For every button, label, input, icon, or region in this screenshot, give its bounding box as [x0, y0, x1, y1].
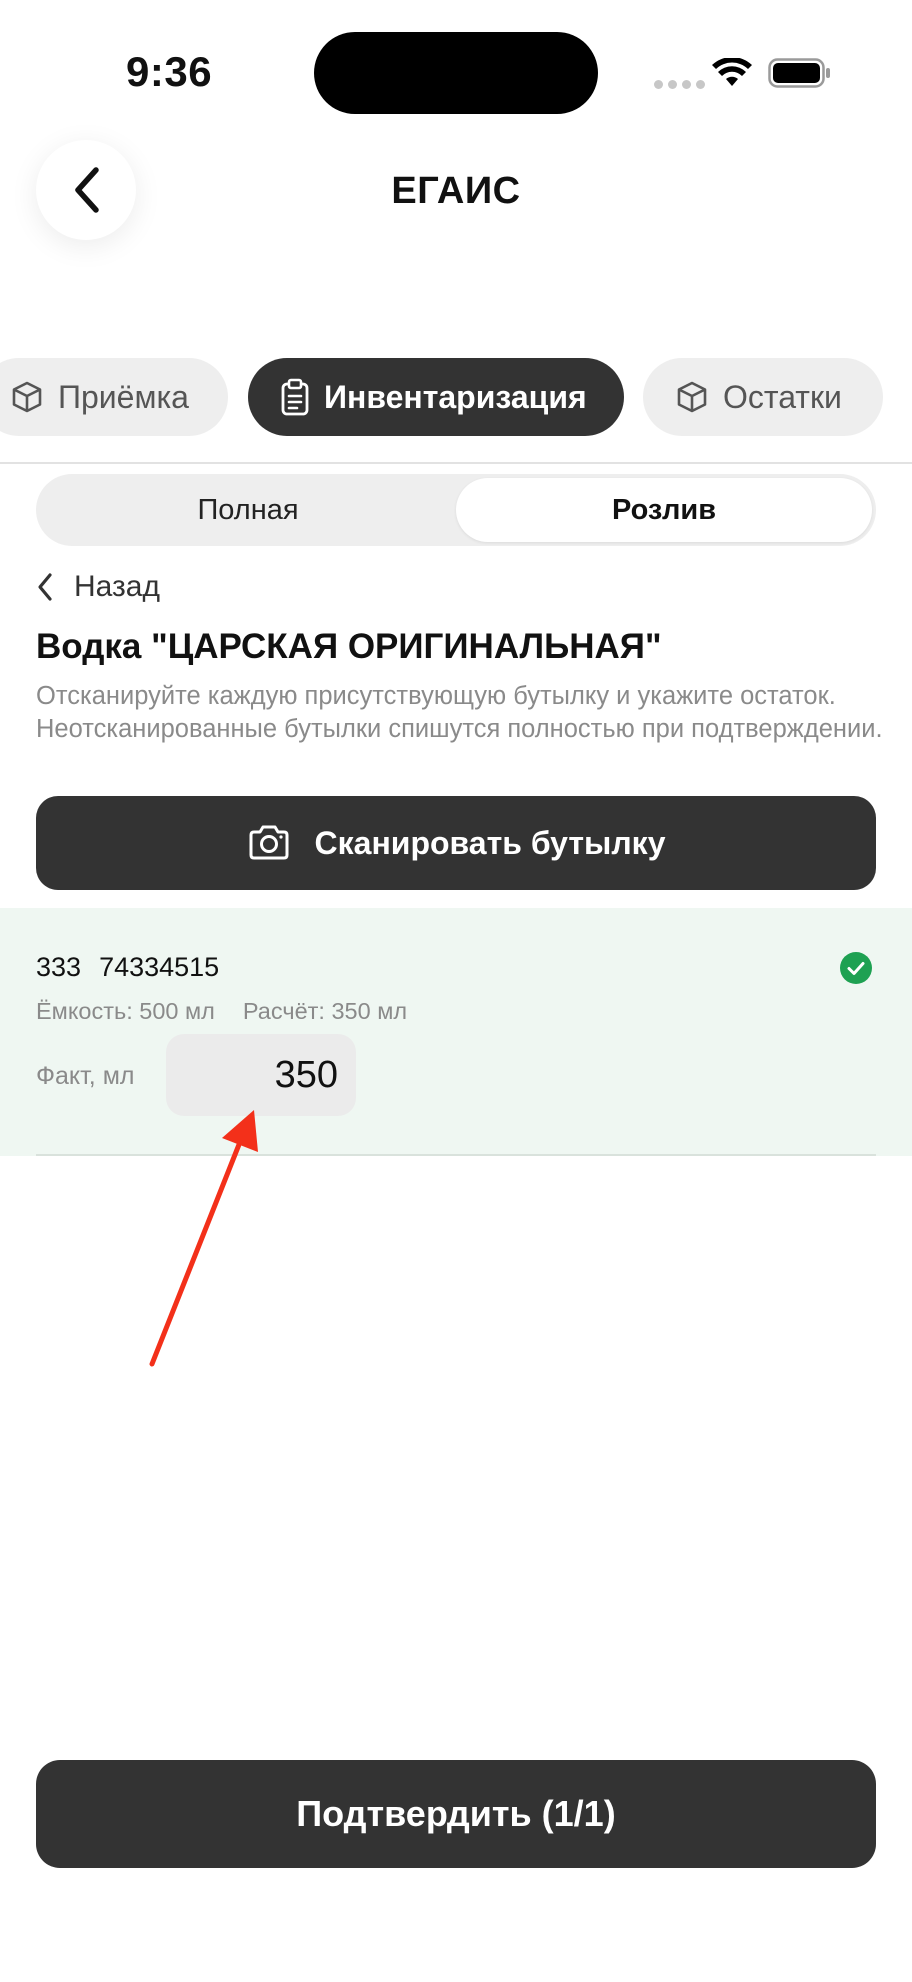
- box-icon: [12, 381, 42, 413]
- confirm-button[interactable]: Подтвердить (1/1): [36, 1760, 876, 1868]
- tab-stock[interactable]: Остатки: [643, 358, 883, 436]
- tab-receiving[interactable]: Приёмка: [0, 358, 228, 436]
- tab-inventory[interactable]: Инвентаризация: [248, 358, 624, 436]
- status-time: 9:36: [126, 48, 213, 95]
- bottle-code-number: 74334515: [99, 952, 220, 982]
- section-tabs: Приёмка Инвентаризация Остатки: [0, 358, 912, 436]
- bottle-capacity: Ёмкость: 500 мл: [36, 998, 215, 1024]
- check-circle-icon: [840, 952, 872, 984]
- card-divider: [36, 1154, 876, 1156]
- fact-label: Факт, мл: [36, 1062, 135, 1090]
- dynamic-island: [314, 32, 598, 114]
- battery-icon: [768, 58, 830, 88]
- scan-bottle-button[interactable]: Сканировать бутылку: [36, 796, 876, 890]
- segment-full[interactable]: Полная: [40, 478, 456, 542]
- back-link-label: Назад: [74, 570, 160, 603]
- camera-icon: [249, 825, 289, 860]
- bottle-code: 333 74334515: [36, 952, 219, 983]
- bottle-card: 333 74334515 Ёмкость: 500 мл Расчёт: 350 м…: [0, 908, 912, 1156]
- product-title: Водка "ЦАРСКАЯ ОРИГИНАЛЬНАЯ": [36, 627, 662, 666]
- scan-bottle-label: Сканировать бутылку: [314, 824, 666, 861]
- mode-segmented-control: Полная Розлив: [36, 474, 876, 546]
- bottle-meta: Ёмкость: 500 мл Расчёт: 350 мл: [36, 998, 407, 1025]
- page-title: ЕГАИС: [391, 170, 521, 212]
- tab-stock-label: Остатки: [723, 378, 842, 415]
- segment-pour[interactable]: Розлив: [456, 478, 872, 542]
- chevron-left-icon: [38, 573, 52, 601]
- wifi-icon: [712, 58, 752, 86]
- bottle-calculated: Расчёт: 350 мл: [242, 998, 408, 1024]
- tab-inventory-label: Инвентаризация: [324, 378, 587, 415]
- instructions-text: Отсканируйте каждую присутствующую бутыл…: [36, 682, 883, 743]
- clipboard-icon: [281, 378, 309, 416]
- back-link[interactable]: Назад: [36, 570, 160, 604]
- fact-volume-input[interactable]: [166, 1034, 356, 1116]
- tab-receiving-label: Приёмка: [58, 378, 189, 415]
- box-icon: [677, 381, 707, 413]
- tabs-divider: [0, 462, 912, 464]
- bottle-code-prefix: 333: [36, 952, 82, 982]
- cellular-signal-icon: [654, 80, 705, 89]
- status-bar: 9:36: [0, 0, 912, 140]
